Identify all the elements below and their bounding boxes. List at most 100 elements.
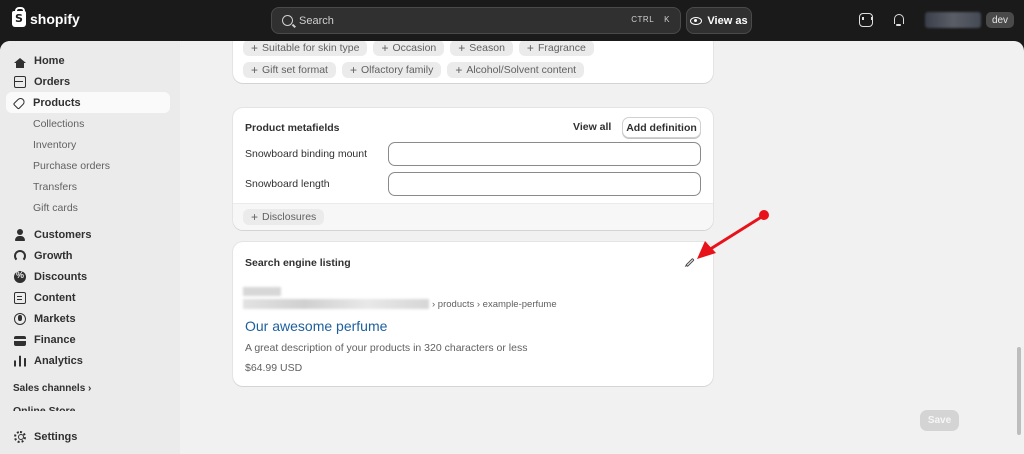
main-content: + Suitable for skin type + Occasion + Seaso… <box>180 41 1024 454</box>
plus-icon: + <box>251 210 259 224</box>
plus-icon: + <box>381 41 389 55</box>
snowboard-binding-mount-input[interactable] <box>388 142 701 166</box>
plus-icon: + <box>455 63 463 77</box>
sidebar-subitem-inventory[interactable]: Inventory <box>33 139 76 151</box>
sidebar-item-content[interactable]: Content <box>6 287 170 308</box>
search-engine-listing-card: Search engine listing › products › examp… <box>233 242 713 386</box>
growth-icon <box>14 249 26 262</box>
plus-icon: + <box>251 63 259 77</box>
eye-icon <box>690 16 703 25</box>
content-icon <box>14 291 26 304</box>
sidebar-subitem-collections[interactable]: Collections <box>33 118 84 130</box>
pill-label: Gift set format <box>262 64 328 76</box>
sidebar-item-home[interactable]: Home <box>6 50 170 71</box>
sales-channels-link[interactable]: Sales channels › <box>13 383 91 394</box>
store-badge[interactable]: dev <box>986 12 1014 28</box>
pill-label: Suitable for skin type <box>262 42 360 54</box>
pill-label: Season <box>469 42 505 54</box>
sidebar-item-label: Content <box>34 291 76 304</box>
search-bar[interactable]: Search CTRL K <box>271 7 681 34</box>
admin-shell: Home Orders Products Collections Invento… <box>0 41 1024 454</box>
add-metafield-pill[interactable]: + Alcohol/Solvent content <box>447 62 585 78</box>
plus-icon: + <box>458 41 466 55</box>
plus-icon: + <box>251 41 259 55</box>
sidebar-item-label: Settings <box>34 430 78 443</box>
add-metafield-pill[interactable]: + Occasion <box>373 41 445 56</box>
seo-preview-title: Our awesome perfume <box>245 318 388 334</box>
globe-icon <box>14 312 26 325</box>
analytics-icon <box>14 355 26 367</box>
card-title: Product metafields <box>245 122 340 134</box>
sidebar-item-label: Orders <box>34 75 71 88</box>
top-bar: shopify Search CTRL K View as dev <box>0 0 1024 41</box>
pill-label: Occasion <box>392 42 437 54</box>
sidebar-item-finance[interactable]: Finance <box>6 329 170 350</box>
add-definition-button[interactable]: Add definition <box>622 117 701 138</box>
store-name-redacted[interactable] <box>925 12 981 28</box>
card-title: Search engine listing <box>245 257 351 269</box>
sidebar-item-label: Customers <box>34 228 92 241</box>
search-placeholder: Search <box>299 14 334 27</box>
view-all-link[interactable]: View all <box>573 121 611 133</box>
pill-label: Olfactory family <box>360 64 434 76</box>
field-label: Snowboard length <box>245 178 330 190</box>
save-button[interactable]: Save <box>920 410 959 431</box>
shopify-logo[interactable]: shopify <box>12 7 80 27</box>
seo-preview-price: $64.99 USD <box>245 362 303 374</box>
shortcut-ctrl: CTRL <box>631 15 655 24</box>
sidebar-item-label: Finance <box>34 333 76 346</box>
sidebar-item-discounts[interactable]: Discounts <box>6 266 170 287</box>
sidebar-item-label: Markets <box>34 312 76 325</box>
shopping-bag-icon <box>12 7 26 27</box>
brand-name: shopify <box>30 11 80 27</box>
sidebar-subitem-transfers[interactable]: Transfers <box>33 181 77 193</box>
sidebar-subitem-gift-cards[interactable]: Gift cards <box>33 202 78 214</box>
add-metafield-pill[interactable]: + Suitable for skin type <box>243 41 368 56</box>
snowboard-length-input[interactable] <box>388 172 701 196</box>
seo-url-path: › products › example-perfume <box>432 299 557 310</box>
customer-icon <box>14 228 26 241</box>
sidebar-item-products[interactable]: Products <box>6 92 170 113</box>
sidebar-item-orders[interactable]: Orders <box>6 71 170 92</box>
sidebar-item-customers[interactable]: Customers <box>6 224 170 245</box>
search-icon <box>282 15 293 26</box>
sidebar-item-settings[interactable]: Settings <box>6 426 170 447</box>
sidebar-item-analytics[interactable]: Analytics <box>6 350 170 371</box>
orders-icon <box>14 75 26 88</box>
shortcut-key: K <box>664 15 670 24</box>
gear-icon <box>14 430 26 443</box>
sidebar-item-label: Growth <box>34 249 73 262</box>
view-as-button[interactable]: View as <box>686 7 752 34</box>
home-icon <box>14 58 26 68</box>
view-as-label: View as <box>707 14 748 27</box>
product-metafields-card: Product metafields View all Add definiti… <box>233 108 713 230</box>
add-metafield-pill[interactable]: + Season <box>450 41 513 56</box>
add-metafield-pill[interactable]: + Gift set format <box>243 62 336 78</box>
discount-icon <box>14 270 26 283</box>
sidebar-item-growth[interactable]: Growth <box>6 245 170 266</box>
pill-label: Disclosures <box>262 211 317 223</box>
sidebar-item-markets[interactable]: Markets <box>6 308 170 329</box>
pill-label: Fragrance <box>537 42 586 54</box>
sidekick-icon[interactable] <box>859 13 873 27</box>
category-metafields-card: + Suitable for skin type + Occasion + Seaso… <box>233 41 713 83</box>
sidebar-item-label: Discounts <box>34 270 88 283</box>
add-metafield-pill[interactable]: + Fragrance <box>518 41 594 56</box>
sidebar-item-online-store[interactable]: Online Store <box>13 405 75 411</box>
card-footer: + Disclosures <box>233 203 713 230</box>
bell-icon[interactable] <box>892 13 906 27</box>
plus-icon: + <box>349 63 357 77</box>
add-disclosures-pill[interactable]: + Disclosures <box>243 209 325 225</box>
field-label: Snowboard binding mount <box>245 148 368 160</box>
plus-icon: + <box>526 41 534 55</box>
pill-row: + Suitable for skin type + Occasion + Seaso… <box>243 41 594 56</box>
scrollbar-thumb[interactable] <box>1017 347 1021 435</box>
sidebar-item-label: Analytics <box>34 354 83 367</box>
seo-preview-description: A great description of your products in … <box>245 342 528 354</box>
sidebar-subitem-purchase-orders[interactable]: Purchase orders <box>33 160 110 172</box>
edit-pencil-icon[interactable] <box>685 257 695 268</box>
sidebar-item-label: Home <box>34 54 65 67</box>
add-metafield-pill[interactable]: + Olfactory family <box>341 62 442 78</box>
sidebar: Home Orders Products Collections Invento… <box>0 41 180 454</box>
sidebar-item-label: Products <box>33 96 81 109</box>
